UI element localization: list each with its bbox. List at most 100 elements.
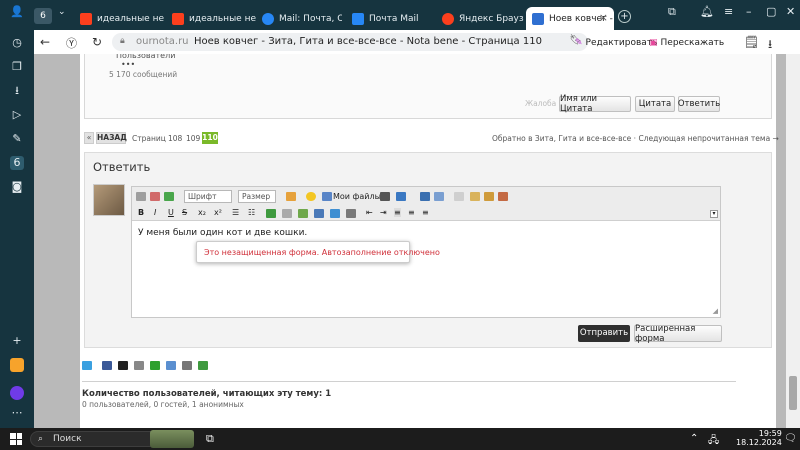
italic-icon[interactable]: I: [154, 208, 156, 217]
twitter-icon[interactable]: [82, 361, 92, 370]
attach-icon[interactable]: [396, 192, 406, 201]
back-icon[interactable]: ←: [40, 35, 50, 49]
cut-icon[interactable]: [454, 192, 464, 201]
yandex-logo-icon[interactable]: Ⓨ: [66, 35, 77, 51]
align-center-icon[interactable]: ≡: [408, 208, 415, 217]
maximize-icon[interactable]: ▢: [766, 5, 776, 18]
quote-name-button[interactable]: Имя или Цитата: [559, 94, 631, 114]
bullet-list-icon[interactable]: ☰: [232, 208, 239, 217]
windows-start-icon[interactable]: [10, 433, 22, 445]
page-link-109[interactable]: 109: [186, 134, 200, 143]
collapse-toolbar-icon[interactable]: ▾: [710, 210, 718, 218]
play-icon[interactable]: ▷: [10, 108, 24, 122]
network-icon[interactable]: 🖧︎: [708, 433, 719, 450]
size-select[interactable]: Размер: [238, 190, 276, 203]
complaint-link[interactable]: Жалоба: [525, 99, 556, 108]
paste-icon[interactable]: [484, 192, 494, 201]
history-icon[interactable]: ◷: [10, 36, 24, 50]
delicious-icon[interactable]: [118, 361, 128, 370]
reddit-icon[interactable]: [134, 361, 144, 370]
reply-button[interactable]: Ответить: [678, 96, 720, 112]
alice-icon[interactable]: [10, 386, 24, 400]
reading-mode-icon[interactable]: 🗒︎: [744, 35, 759, 49]
bold-icon[interactable]: B: [138, 208, 144, 217]
task-view-icon[interactable]: ⧉: [206, 432, 214, 446]
bookmarks-icon[interactable]: ❐: [10, 60, 24, 74]
strike-icon[interactable]: S: [182, 208, 187, 217]
source-icon[interactable]: [136, 192, 146, 201]
app-icon[interactable]: [10, 358, 24, 372]
address-bar[interactable]: 🔒︎ ournota.ru Ноев ковчег - Зита, Гита и…: [112, 33, 588, 51]
new-tab-icon[interactable]: +: [618, 10, 631, 23]
chevron-down-icon[interactable]: ⌄: [58, 7, 66, 17]
paste-word-icon[interactable]: [498, 192, 508, 201]
outdent-icon[interactable]: ⇥: [380, 208, 387, 217]
link-icon[interactable]: [266, 209, 276, 218]
code-icon[interactable]: [314, 209, 324, 218]
tray-chevron-icon[interactable]: ⌃: [690, 433, 698, 444]
minimize-icon[interactable]: –: [746, 5, 752, 18]
notes-icon[interactable]: ✎: [10, 132, 24, 146]
insert-image-icon[interactable]: [298, 209, 308, 218]
page-link-108[interactable]: 108: [168, 134, 182, 143]
topic-nav[interactable]: Обратно в Зита, Гита и все-все-все · Сле…: [492, 134, 779, 143]
message-text[interactable]: У меня были один кот и две кошки.: [138, 228, 307, 238]
stumble-icon[interactable]: [150, 361, 160, 370]
copy-icon[interactable]: [470, 192, 480, 201]
text-color-icon[interactable]: [286, 192, 296, 201]
clock[interactable]: 19:59 18.12.2024: [736, 429, 782, 447]
prev-arrow-button[interactable]: «: [84, 132, 94, 144]
camera-icon[interactable]: ◙: [10, 180, 24, 194]
send-button[interactable]: Отправить: [578, 325, 630, 342]
tab-5[interactable]: Яндекс Браузер д: [436, 7, 524, 30]
eraser-icon[interactable]: [150, 192, 160, 201]
download-icon[interactable]: ⭳: [768, 35, 772, 56]
font-select[interactable]: Шрифт: [184, 190, 232, 203]
undo-icon[interactable]: [420, 192, 430, 201]
indent-icon[interactable]: ⇤: [366, 208, 373, 217]
menu-icon[interactable]: ≡: [724, 5, 733, 18]
image-icon[interactable]: [380, 192, 390, 201]
print-icon[interactable]: [182, 361, 192, 370]
download-thread-icon[interactable]: [198, 361, 208, 370]
bell-icon[interactable]: 🔔︎: [700, 5, 714, 18]
refresh-icon[interactable]: ↻: [92, 35, 102, 49]
more-icon[interactable]: ⋯: [10, 406, 24, 420]
quote-icon[interactable]: [330, 209, 340, 218]
advanced-form-button[interactable]: Расширенная форма: [634, 324, 722, 344]
numbered-list-icon[interactable]: ☷: [248, 208, 255, 217]
tab-6-active[interactable]: Ноев ковчег - З ×: [526, 7, 614, 30]
subscript-icon[interactable]: x₂: [198, 208, 206, 217]
tab-2[interactable]: идеальные незнако: [166, 7, 256, 30]
notifications-icon[interactable]: 🗨︎: [784, 433, 797, 444]
back-button[interactable]: НАЗАД: [96, 132, 127, 144]
profile-icon[interactable]: 👤: [10, 5, 24, 18]
align-right-icon[interactable]: ≡: [422, 208, 429, 217]
table-icon[interactable]: [164, 192, 174, 201]
quote-button[interactable]: Цитата: [635, 96, 675, 112]
redo-icon[interactable]: [434, 192, 444, 201]
page-scrollbar[interactable]: [786, 54, 800, 428]
tab-counter-icon[interactable]: 6: [34, 8, 52, 24]
superscript-icon[interactable]: x²: [214, 208, 222, 217]
email-icon[interactable]: [166, 361, 176, 370]
tab-3[interactable]: Mail: Почта, Обла: [256, 7, 342, 30]
tab-counter-icon[interactable]: 6: [10, 156, 24, 170]
underline-icon[interactable]: U: [168, 208, 174, 217]
my-files-icon[interactable]: [322, 192, 332, 201]
smiley-icon[interactable]: [306, 192, 316, 201]
close-tab-icon[interactable]: ×: [599, 11, 608, 24]
retell-button[interactable]: ▣ Перескажать: [644, 34, 729, 51]
spoiler-icon[interactable]: [346, 209, 356, 218]
align-left-icon[interactable]: ≡: [394, 208, 401, 217]
tab-1[interactable]: идеальные незнако: [74, 7, 164, 30]
unlink-icon[interactable]: [282, 209, 292, 218]
downloads-icon[interactable]: ⭳: [10, 84, 24, 98]
my-files-label[interactable]: Мои файлы: [333, 192, 381, 201]
resize-handle-icon[interactable]: ◢: [713, 307, 718, 315]
collections-icon[interactable]: ⧉: [668, 5, 676, 19]
close-window-icon[interactable]: ✕: [786, 5, 795, 18]
scroll-thumb[interactable]: [789, 376, 797, 410]
digg-icon[interactable]: [102, 361, 112, 370]
tab-4[interactable]: Почта Mail: [346, 7, 432, 30]
